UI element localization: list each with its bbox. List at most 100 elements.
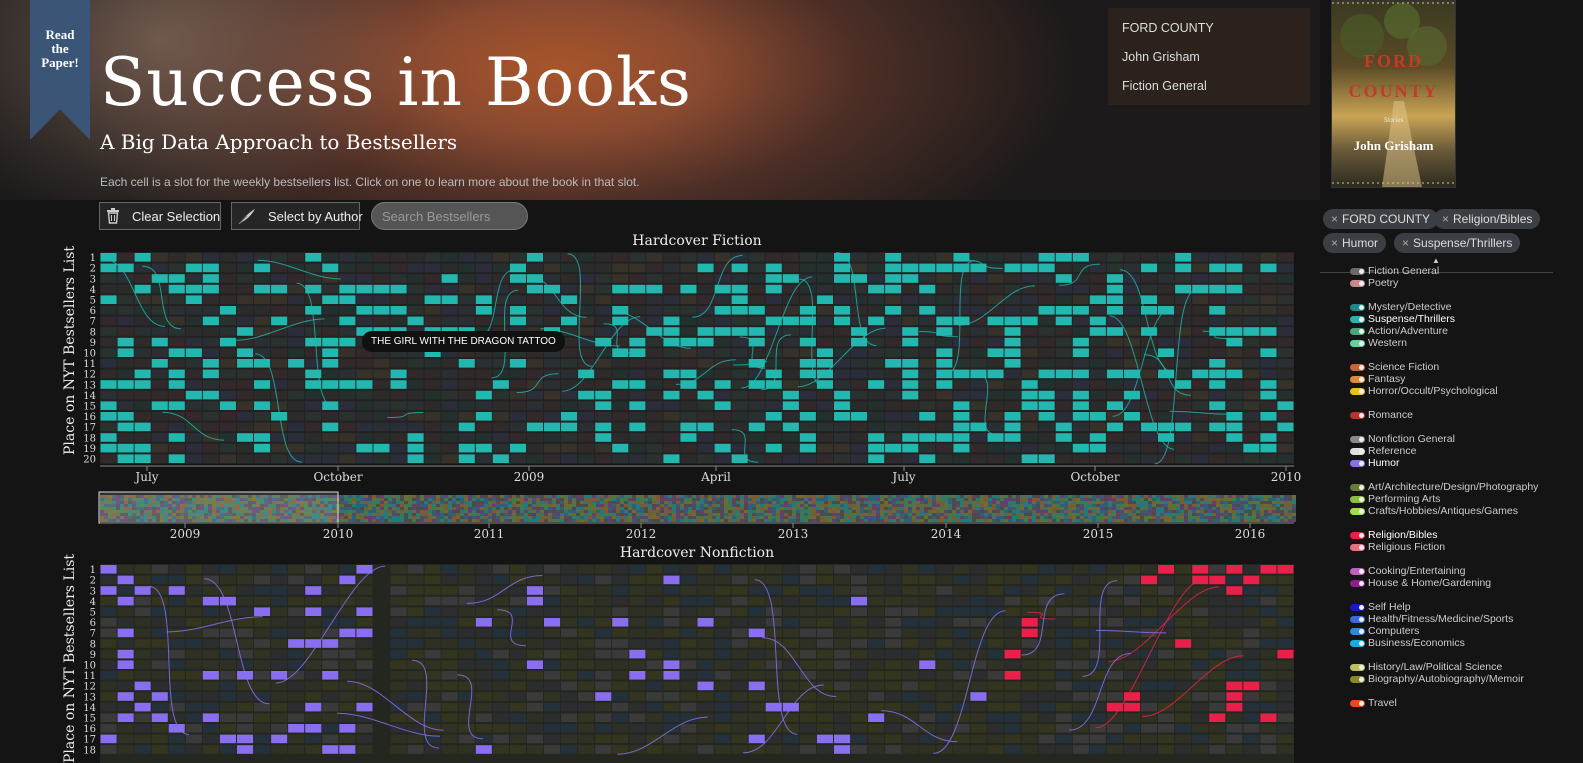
fiction-cell[interactable] <box>646 284 663 294</box>
fiction-cell[interactable] <box>390 306 407 315</box>
timeline-cell[interactable] <box>188 501 192 504</box>
timeline-cell[interactable] <box>324 495 328 498</box>
timeline-cell[interactable] <box>400 501 404 504</box>
nonfiction-cell[interactable] <box>288 639 305 648</box>
fiction-cell[interactable] <box>1192 454 1209 463</box>
timeline-cell[interactable] <box>824 507 828 510</box>
timeline-cell[interactable] <box>476 498 480 501</box>
timeline-cell[interactable] <box>1200 498 1204 501</box>
nonfiction-cell[interactable] <box>1106 660 1123 669</box>
nonfiction-cell[interactable] <box>526 649 543 659</box>
timeline-cell[interactable] <box>884 513 888 516</box>
fiction-cell[interactable] <box>1004 369 1021 379</box>
timeline-cell[interactable] <box>868 519 872 522</box>
timeline-cell[interactable] <box>340 504 344 507</box>
fiction-cell[interactable] <box>1277 422 1294 432</box>
timeline-cell[interactable] <box>548 498 552 501</box>
fiction-cell[interactable] <box>390 316 407 326</box>
timeline-cell[interactable] <box>476 504 480 507</box>
nonfiction-cell[interactable] <box>663 586 680 595</box>
timeline-cell[interactable] <box>940 513 944 516</box>
timeline-cell[interactable] <box>568 519 572 522</box>
timeline-cell[interactable] <box>684 510 688 513</box>
fiction-cell[interactable] <box>561 253 578 262</box>
timeline-cell[interactable] <box>1216 498 1220 501</box>
timeline-cell[interactable] <box>828 501 832 504</box>
nonfiction-cell[interactable] <box>987 639 1004 648</box>
fiction-cell[interactable] <box>1175 401 1192 410</box>
timeline-cell[interactable] <box>888 510 892 513</box>
nonfiction-cell[interactable] <box>254 649 271 659</box>
nonfiction-cell[interactable] <box>151 565 168 574</box>
timeline-cell[interactable] <box>440 504 444 507</box>
fiction-cell[interactable] <box>322 454 339 463</box>
timeline-cell[interactable] <box>876 507 880 510</box>
timeline-cell[interactable] <box>564 513 568 516</box>
timeline-cell[interactable] <box>904 519 908 522</box>
timeline-cell[interactable] <box>548 516 552 519</box>
nonfiction-cell[interactable] <box>578 586 595 595</box>
timeline-cell[interactable] <box>344 516 348 519</box>
fiction-cell[interactable] <box>816 443 833 453</box>
timeline-cell[interactable] <box>532 498 536 501</box>
timeline-cell[interactable] <box>720 510 724 513</box>
fiction-cell[interactable] <box>919 401 936 410</box>
timeline-cell[interactable] <box>856 513 860 516</box>
fiction-cell[interactable] <box>782 422 799 432</box>
timeline-cell[interactable] <box>1224 501 1228 504</box>
fiction-cell[interactable] <box>578 295 595 304</box>
fiction-cell[interactable] <box>1004 337 1021 347</box>
fiction-cell[interactable] <box>492 274 509 283</box>
fiction-cell[interactable] <box>168 433 185 442</box>
nonfiction-cell[interactable] <box>1243 596 1260 606</box>
fiction-cell[interactable] <box>799 284 816 294</box>
fiction-cell[interactable] <box>680 454 697 463</box>
timeline-cell[interactable] <box>1080 516 1084 519</box>
timeline-cell[interactable] <box>816 501 820 504</box>
fiction-cell[interactable] <box>1226 369 1243 379</box>
nonfiction-cell[interactable] <box>561 628 578 638</box>
fiction-cell[interactable] <box>100 327 117 336</box>
nonfiction-cell[interactable] <box>237 649 254 659</box>
nonfiction-cell[interactable] <box>254 575 271 585</box>
fiction-cell[interactable] <box>492 454 509 463</box>
timeline-cell[interactable] <box>1180 513 1184 516</box>
timeline-cell[interactable] <box>1208 519 1212 522</box>
nonfiction-cell[interactable] <box>1158 639 1175 648</box>
fiction-cell[interactable] <box>509 359 526 368</box>
fiction-cell[interactable] <box>834 390 851 400</box>
toggle-icon[interactable] <box>1350 663 1365 671</box>
timeline-cell[interactable] <box>320 495 324 498</box>
timeline-cell[interactable] <box>212 510 216 513</box>
fiction-cell[interactable] <box>970 316 987 326</box>
nonfiction-cell[interactable] <box>1277 628 1294 638</box>
timeline-cell[interactable] <box>1288 501 1292 504</box>
nonfiction-cell[interactable] <box>697 586 714 595</box>
fiction-cell[interactable] <box>851 263 868 273</box>
nonfiction-cell[interactable] <box>561 586 578 595</box>
timeline-cell[interactable] <box>168 507 172 510</box>
timeline-cell[interactable] <box>1184 510 1188 513</box>
timeline-cell[interactable] <box>1188 513 1192 516</box>
timeline-cell[interactable] <box>1104 504 1108 507</box>
nonfiction-cell[interactable] <box>544 618 561 627</box>
fiction-cell[interactable] <box>663 443 680 453</box>
timeline-cell[interactable] <box>1224 507 1228 510</box>
timeline-cell[interactable] <box>1016 510 1020 513</box>
timeline-cell[interactable] <box>812 507 816 510</box>
fiction-cell[interactable] <box>680 359 697 368</box>
nonfiction-cell[interactable] <box>407 660 424 669</box>
timeline-cell[interactable] <box>408 519 412 522</box>
timeline-cell[interactable] <box>152 513 156 516</box>
fiction-cell[interactable] <box>288 412 305 421</box>
nonfiction-cell[interactable] <box>254 628 271 638</box>
timeline-cell[interactable] <box>1064 519 1068 522</box>
timeline-cell[interactable] <box>384 498 388 501</box>
fiction-cell[interactable] <box>697 316 714 326</box>
fiction-cell[interactable] <box>680 327 697 336</box>
timeline-cell[interactable] <box>1000 507 1004 510</box>
fiction-cell[interactable] <box>919 412 936 421</box>
nonfiction-cell[interactable] <box>305 628 322 638</box>
nonfiction-cell[interactable] <box>1072 586 1089 595</box>
timeline-cell[interactable] <box>1024 510 1028 513</box>
